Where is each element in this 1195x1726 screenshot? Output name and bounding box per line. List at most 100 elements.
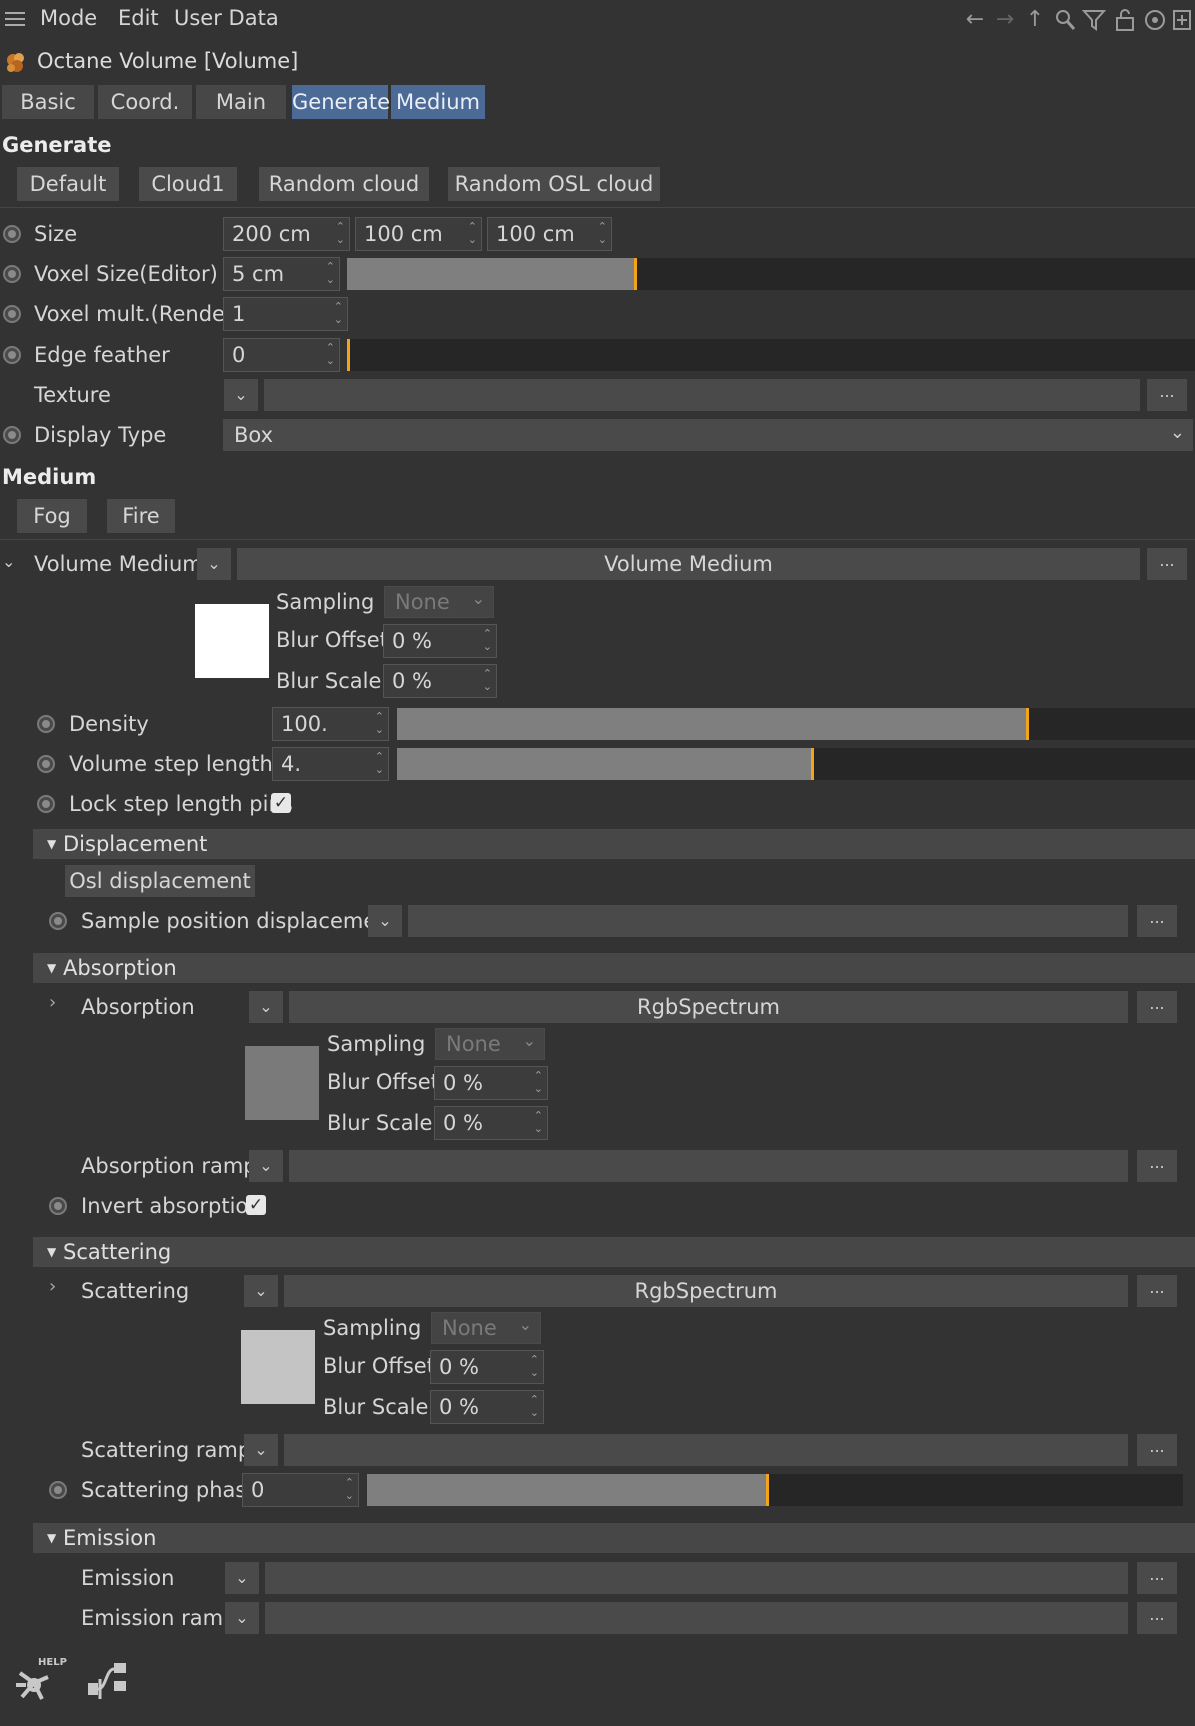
volume-medium-swatch[interactable] [195,604,269,678]
preset-cloud1-button[interactable]: Cloud1 [139,167,237,201]
scattering-phase-field[interactable]: 0 [242,1473,359,1507]
chevron-right-icon[interactable]: › [49,992,56,1013]
emission-dropdown-button[interactable]: ⌄ [225,1562,259,1594]
sample-position-link-field[interactable] [408,905,1128,937]
search-icon[interactable] [1053,8,1077,32]
menu-mode[interactable]: Mode [40,6,97,30]
scattering-link-field[interactable]: RgbSpectrum [284,1275,1128,1307]
animation-radio[interactable] [3,225,21,243]
absorption-more-button[interactable]: ... [1137,991,1177,1023]
preset-random-osl-cloud-button[interactable]: Random OSL cloud [448,167,660,201]
scattering-ramp-link-field[interactable] [284,1434,1128,1466]
chevron-right-icon[interactable]: › [49,1276,56,1297]
voxel-size-field[interactable]: 5 cm [223,257,340,291]
invert-absorption-checkbox[interactable]: ✓ [246,1195,266,1215]
animation-radio[interactable] [3,346,21,364]
tab-basic[interactable]: Basic [2,85,94,119]
sample-position-more-button[interactable]: ... [1137,905,1177,937]
scattering-phase-slider[interactable] [367,1474,1183,1506]
up-arrow-icon[interactable]: ↑ [1023,8,1047,32]
slider-handle[interactable] [811,748,814,780]
absorption-swatch[interactable] [245,1046,319,1120]
animation-radio[interactable] [37,795,55,813]
scattering-group-header[interactable]: ▼ Scattering [33,1237,1195,1267]
target-icon[interactable] [1143,8,1167,32]
size-y-field[interactable]: 100 cm [355,217,482,251]
animation-radio[interactable] [37,755,55,773]
chevron-down-icon[interactable]: ⌄ [2,552,15,571]
lock-step-checkbox[interactable]: ✓ [271,793,291,813]
scattering-swatch[interactable] [241,1330,315,1404]
osl-displacement-button[interactable]: Osl displacement [65,865,255,897]
density-slider[interactable] [397,708,1195,740]
tab-coord[interactable]: Coord. [98,85,192,119]
scattering-more-button[interactable]: ... [1137,1275,1177,1307]
absorption-ramp-link-field[interactable] [289,1150,1128,1182]
displacement-group-header[interactable]: ▼ Displacement [33,829,1195,859]
octane-help-icon[interactable]: HELP [8,1655,68,1711]
animation-radio[interactable] [3,305,21,323]
animation-radio[interactable] [37,715,55,733]
slider-handle[interactable] [1026,708,1029,740]
lock-icon[interactable] [1113,8,1137,32]
animation-radio[interactable] [49,912,67,930]
animation-radio[interactable] [49,1481,67,1499]
forward-arrow-icon[interactable]: → [993,8,1017,32]
emission-ramp-more-button[interactable]: ... [1137,1602,1177,1634]
volume-medium-more-button[interactable]: ... [1147,548,1187,580]
texture-more-button[interactable]: ... [1147,379,1187,411]
texture-link-field[interactable] [264,379,1140,411]
absorption-dropdown-button[interactable]: ⌄ [249,991,283,1023]
preset-random-cloud-button[interactable]: Random cloud [259,167,429,201]
scattering-ramp-dropdown-button[interactable]: ⌄ [244,1434,278,1466]
preset-fog-button[interactable]: Fog [17,499,87,533]
menu-edit[interactable]: Edit [118,6,159,30]
size-z-field[interactable]: 100 cm [487,217,612,251]
node-editor-icon[interactable] [84,1655,136,1707]
volume-step-field[interactable]: 4. [272,747,389,781]
blur-offset-field[interactable]: 0 % [430,1350,544,1384]
edge-feather-field[interactable]: 0 [223,338,340,372]
emission-more-button[interactable]: ... [1137,1562,1177,1594]
blur-offset-field[interactable]: 0 % [434,1066,548,1100]
scattering-ramp-more-button[interactable]: ... [1137,1434,1177,1466]
tab-generate[interactable]: Generate [292,85,390,119]
slider-handle[interactable] [347,339,350,371]
scattering-dropdown-button[interactable]: ⌄ [244,1275,278,1307]
absorption-link-field[interactable]: RgbSpectrum [289,991,1128,1023]
animation-radio[interactable] [3,265,21,283]
emission-ramp-link-field[interactable] [265,1602,1128,1634]
animation-radio[interactable] [3,426,21,444]
preset-default-button[interactable]: Default [17,167,119,201]
voxel-size-slider[interactable] [347,258,1195,290]
size-x-field[interactable]: 200 cm [223,217,350,251]
voxel-mult-field[interactable]: 1 [223,297,348,331]
absorption-group-header[interactable]: ▼ Absorption [33,953,1195,983]
hamburger-icon[interactable] [4,8,26,30]
slider-handle[interactable] [766,1474,769,1506]
tab-medium[interactable]: Medium [391,85,485,119]
volume-medium-link-field[interactable]: Volume Medium [237,548,1140,580]
emission-ramp-dropdown-button[interactable]: ⌄ [225,1602,259,1634]
slider-handle[interactable] [634,258,637,290]
preset-fire-button[interactable]: Fire [107,499,175,533]
blur-scale-field[interactable]: 0 % [383,664,497,698]
texture-dropdown-button[interactable]: ⌄ [224,379,258,411]
blur-offset-field[interactable]: 0 % [383,624,497,658]
density-field[interactable]: 100. [272,707,389,741]
back-arrow-icon[interactable]: ← [963,8,987,32]
blur-scale-field[interactable]: 0 % [434,1106,548,1140]
filter-icon[interactable] [1081,8,1107,32]
new-panel-icon[interactable] [1172,8,1192,32]
volume-medium-dropdown-button[interactable]: ⌄ [197,548,231,580]
edge-feather-slider[interactable] [347,339,1195,371]
sample-position-dropdown-button[interactable]: ⌄ [368,905,402,937]
animation-radio[interactable] [49,1197,67,1215]
blur-scale-field[interactable]: 0 % [430,1390,544,1424]
absorption-ramp-more-button[interactable]: ... [1137,1150,1177,1182]
emission-link-field[interactable] [265,1562,1128,1594]
display-type-select[interactable]: Box ⌄ [223,419,1193,451]
menu-user-data[interactable]: User Data [174,6,279,30]
tab-main[interactable]: Main [196,85,286,119]
volume-step-slider[interactable] [397,748,1195,780]
